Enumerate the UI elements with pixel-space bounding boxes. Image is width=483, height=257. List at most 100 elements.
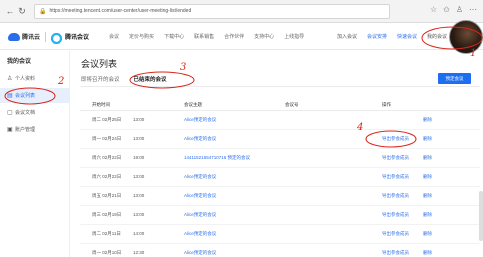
address-bar[interactable]: 🔒 https://meeting.tencent.com/user-cente… [34, 3, 390, 19]
app-header: 腾讯云 腾讯会议 会议 定价与购买 下载中心 联系销售 合作伙伴 支持中心 上线… [0, 24, 483, 50]
page-title: 会议列表 [81, 59, 118, 69]
favorites-icon[interactable]: ✩ [443, 5, 450, 14]
url-text: https://meeting.tencent.com/user-center/… [49, 8, 192, 14]
sidebar-item-label: 会议列表 [15, 93, 36, 99]
table-row: 周六 02月22日 13:00 Alice预定的会议 导出参会成员 删除 [80, 168, 480, 187]
row-time: 12:30 [133, 250, 145, 255]
nav-item[interactable]: 联系销售 [194, 33, 214, 40]
row-date: 周三 02月19日 [92, 212, 122, 217]
logo[interactable]: 腾讯云 腾讯会议 [8, 31, 90, 44]
header-actions: 加入会议 会议安排 快速会议 我的会议 [337, 33, 447, 40]
row-topic[interactable]: 14411521654710716 预定的会议 [184, 155, 250, 161]
table-row: 周五 02月21日 13:00 Alice预定的会议 导出参会成员 删除 [80, 187, 480, 206]
row-topic[interactable]: Alice预定的会议 [184, 174, 216, 180]
row-export-button[interactable]: 导出参会成员 [382, 193, 409, 199]
annotation-number-1: 1 [470, 48, 477, 59]
row-date: 周二 02月25日 [92, 117, 122, 122]
main-content: 会议列表 即将召开的会议 已结束的会议 预定会议 开始时间 会议主题 会议号 操… [80, 51, 483, 257]
quick-meeting-link[interactable]: 快速会议 [397, 33, 417, 40]
column-header: 开始时间 [92, 102, 110, 107]
row-delete-button[interactable]: 删除 [423, 250, 432, 256]
meeting-table-body: 周二 02月25日 13:00 Alice预定的会议 删除 周一 02月24日 … [80, 111, 480, 257]
row-topic[interactable]: Alice预定的会议 [184, 193, 216, 199]
row-delete-button[interactable]: 删除 [423, 136, 432, 142]
my-meetings-link[interactable]: 我的会议 [427, 33, 447, 40]
logo-text: 腾讯云 [22, 35, 41, 41]
avatar[interactable] [449, 20, 483, 54]
join-meeting-link[interactable]: 加入会议 [337, 33, 357, 40]
annotation-number-4: 4 [357, 122, 364, 133]
annotation-number-2: 2 [58, 76, 65, 87]
back-arrow-icon[interactable]: ← [4, 6, 16, 16]
row-export-button[interactable]: 导出参会成员 [382, 212, 409, 218]
column-header: 会议主题 [184, 102, 202, 107]
browser-actions: ☆ ✩ ♙ ⋯ [430, 5, 477, 14]
doc-icon: ▢ [7, 110, 13, 116]
schedule-meeting-link[interactable]: 会议安排 [367, 33, 387, 40]
row-date: 周一 02月24日 [92, 136, 122, 141]
row-export-button[interactable]: 导出参会成员 [382, 250, 409, 256]
schedule-meeting-button[interactable]: 预定会议 [438, 73, 471, 84]
logo-divider [45, 31, 47, 42]
nav-item[interactable]: 定价与购买 [129, 33, 154, 40]
lock-icon: 🔒 [39, 8, 47, 15]
sidebar-item-meeting-list[interactable]: ▤ 会议列表 [0, 88, 69, 103]
column-header: 操作 [382, 102, 391, 107]
row-time: 13:00 [133, 174, 145, 179]
row-date: 周五 02月21日 [92, 193, 122, 198]
row-time: 13:00 [133, 212, 145, 217]
row-topic[interactable]: Alice预定的会议 [184, 136, 216, 142]
row-delete-button[interactable]: 删除 [423, 212, 432, 218]
nav-item[interactable]: 支持中心 [254, 33, 274, 40]
row-time: 13:00 [133, 136, 145, 141]
sidebar-item-meeting-docs[interactable]: ▢ 会议文档 [0, 105, 69, 120]
row-export-button[interactable]: 导出参会成员 [382, 155, 409, 161]
row-delete-button[interactable]: 删除 [423, 117, 432, 123]
row-date: 周一 02月10日 [92, 250, 122, 255]
more-icon[interactable]: ⋯ [469, 5, 477, 14]
table-header: 开始时间 会议主题 会议号 操作 [80, 100, 480, 111]
sidebar-item-label: 个人资料 [15, 76, 36, 82]
row-delete-button[interactable]: 删除 [423, 193, 432, 199]
row-export-button[interactable]: 导出参会成员 [382, 231, 409, 237]
product-name: 腾讯会议 [65, 35, 90, 41]
list-icon: ▤ [7, 93, 13, 99]
sidebar-item-label: 会议文档 [15, 110, 36, 116]
profile-icon[interactable]: ♙ [456, 5, 463, 14]
sidebar-title: 我的会议 [7, 59, 32, 65]
row-delete-button[interactable]: 删除 [423, 155, 432, 161]
table-row: 周二 02月11日 14:00 Alice预定的会议 导出参会成员 删除 [80, 225, 480, 244]
row-date: 周二 02月11日 [92, 231, 121, 236]
row-topic[interactable]: Alice预定的会议 [184, 117, 216, 123]
scrollbar[interactable] [479, 191, 483, 241]
row-export-button[interactable]: 导出参会成员 [382, 174, 409, 180]
top-nav: 会议 定价与购买 下载中心 联系销售 合作伙伴 支持中心 上线指导 [109, 33, 304, 40]
row-time: 14:00 [133, 231, 145, 236]
row-topic[interactable]: Alice预定的会议 [184, 250, 216, 256]
table-row: 周一 02月24日 13:00 Alice预定的会议 导出参会成员 删除 [80, 130, 480, 149]
row-delete-button[interactable]: 删除 [423, 174, 432, 180]
row-export-button[interactable]: 导出参会成员 [382, 136, 409, 142]
row-date: 周六 02月22日 [92, 174, 122, 179]
row-delete-button[interactable]: 删除 [423, 231, 432, 237]
meeting-logo-icon [51, 32, 63, 44]
table-row: 周三 02月19日 13:00 Alice预定的会议 导出参会成员 删除 [80, 206, 480, 225]
row-time: 13:00 [133, 117, 145, 122]
account-icon: ▣ [7, 127, 13, 133]
nav-item[interactable]: 下载中心 [164, 33, 184, 40]
star-icon[interactable]: ☆ [430, 5, 437, 14]
column-header: 会议号 [285, 102, 299, 107]
row-time: 19:00 [133, 155, 145, 160]
cloud-logo-icon [8, 32, 20, 41]
refresh-icon[interactable]: ↻ [16, 6, 28, 17]
nav-item[interactable]: 会议 [109, 33, 119, 40]
sidebar-item-account[interactable]: ▣ 账户管理 [0, 122, 69, 137]
nav-item[interactable]: 上线指导 [284, 33, 304, 40]
row-date: 周六 02月22日 [92, 155, 122, 160]
row-topic[interactable]: Alice预定的会议 [184, 231, 216, 237]
person-icon: ♙ [7, 76, 13, 82]
row-topic[interactable]: Alice预定的会议 [184, 212, 216, 218]
tab-divider [80, 86, 480, 87]
annotation-number-3: 3 [180, 62, 187, 73]
nav-item[interactable]: 合作伙伴 [224, 33, 244, 40]
